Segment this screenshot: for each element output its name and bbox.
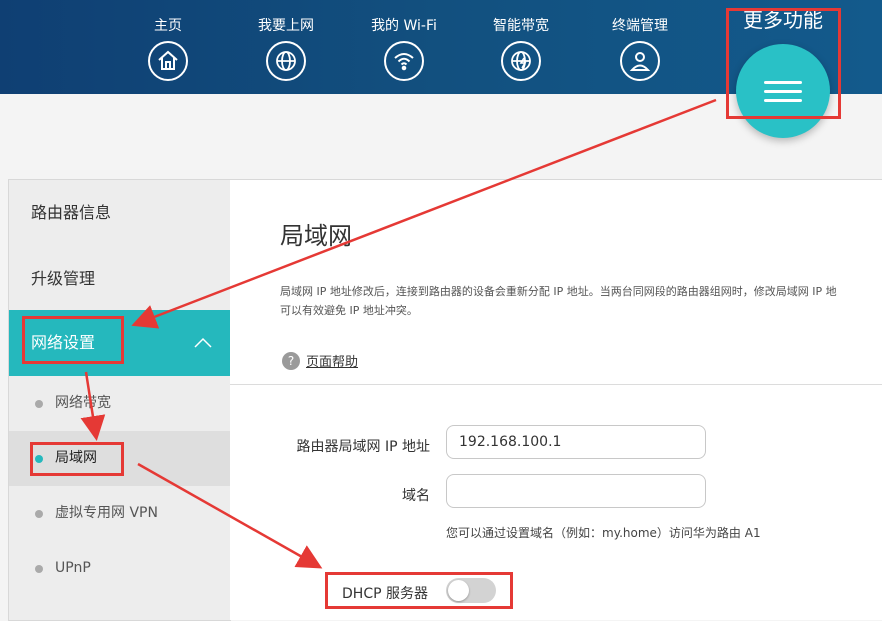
annotation-arrow (137, 462, 323, 569)
annotation-arrows (80, 98, 717, 569)
annotation-arrow (131, 98, 717, 329)
annotation-arrow (80, 371, 106, 441)
